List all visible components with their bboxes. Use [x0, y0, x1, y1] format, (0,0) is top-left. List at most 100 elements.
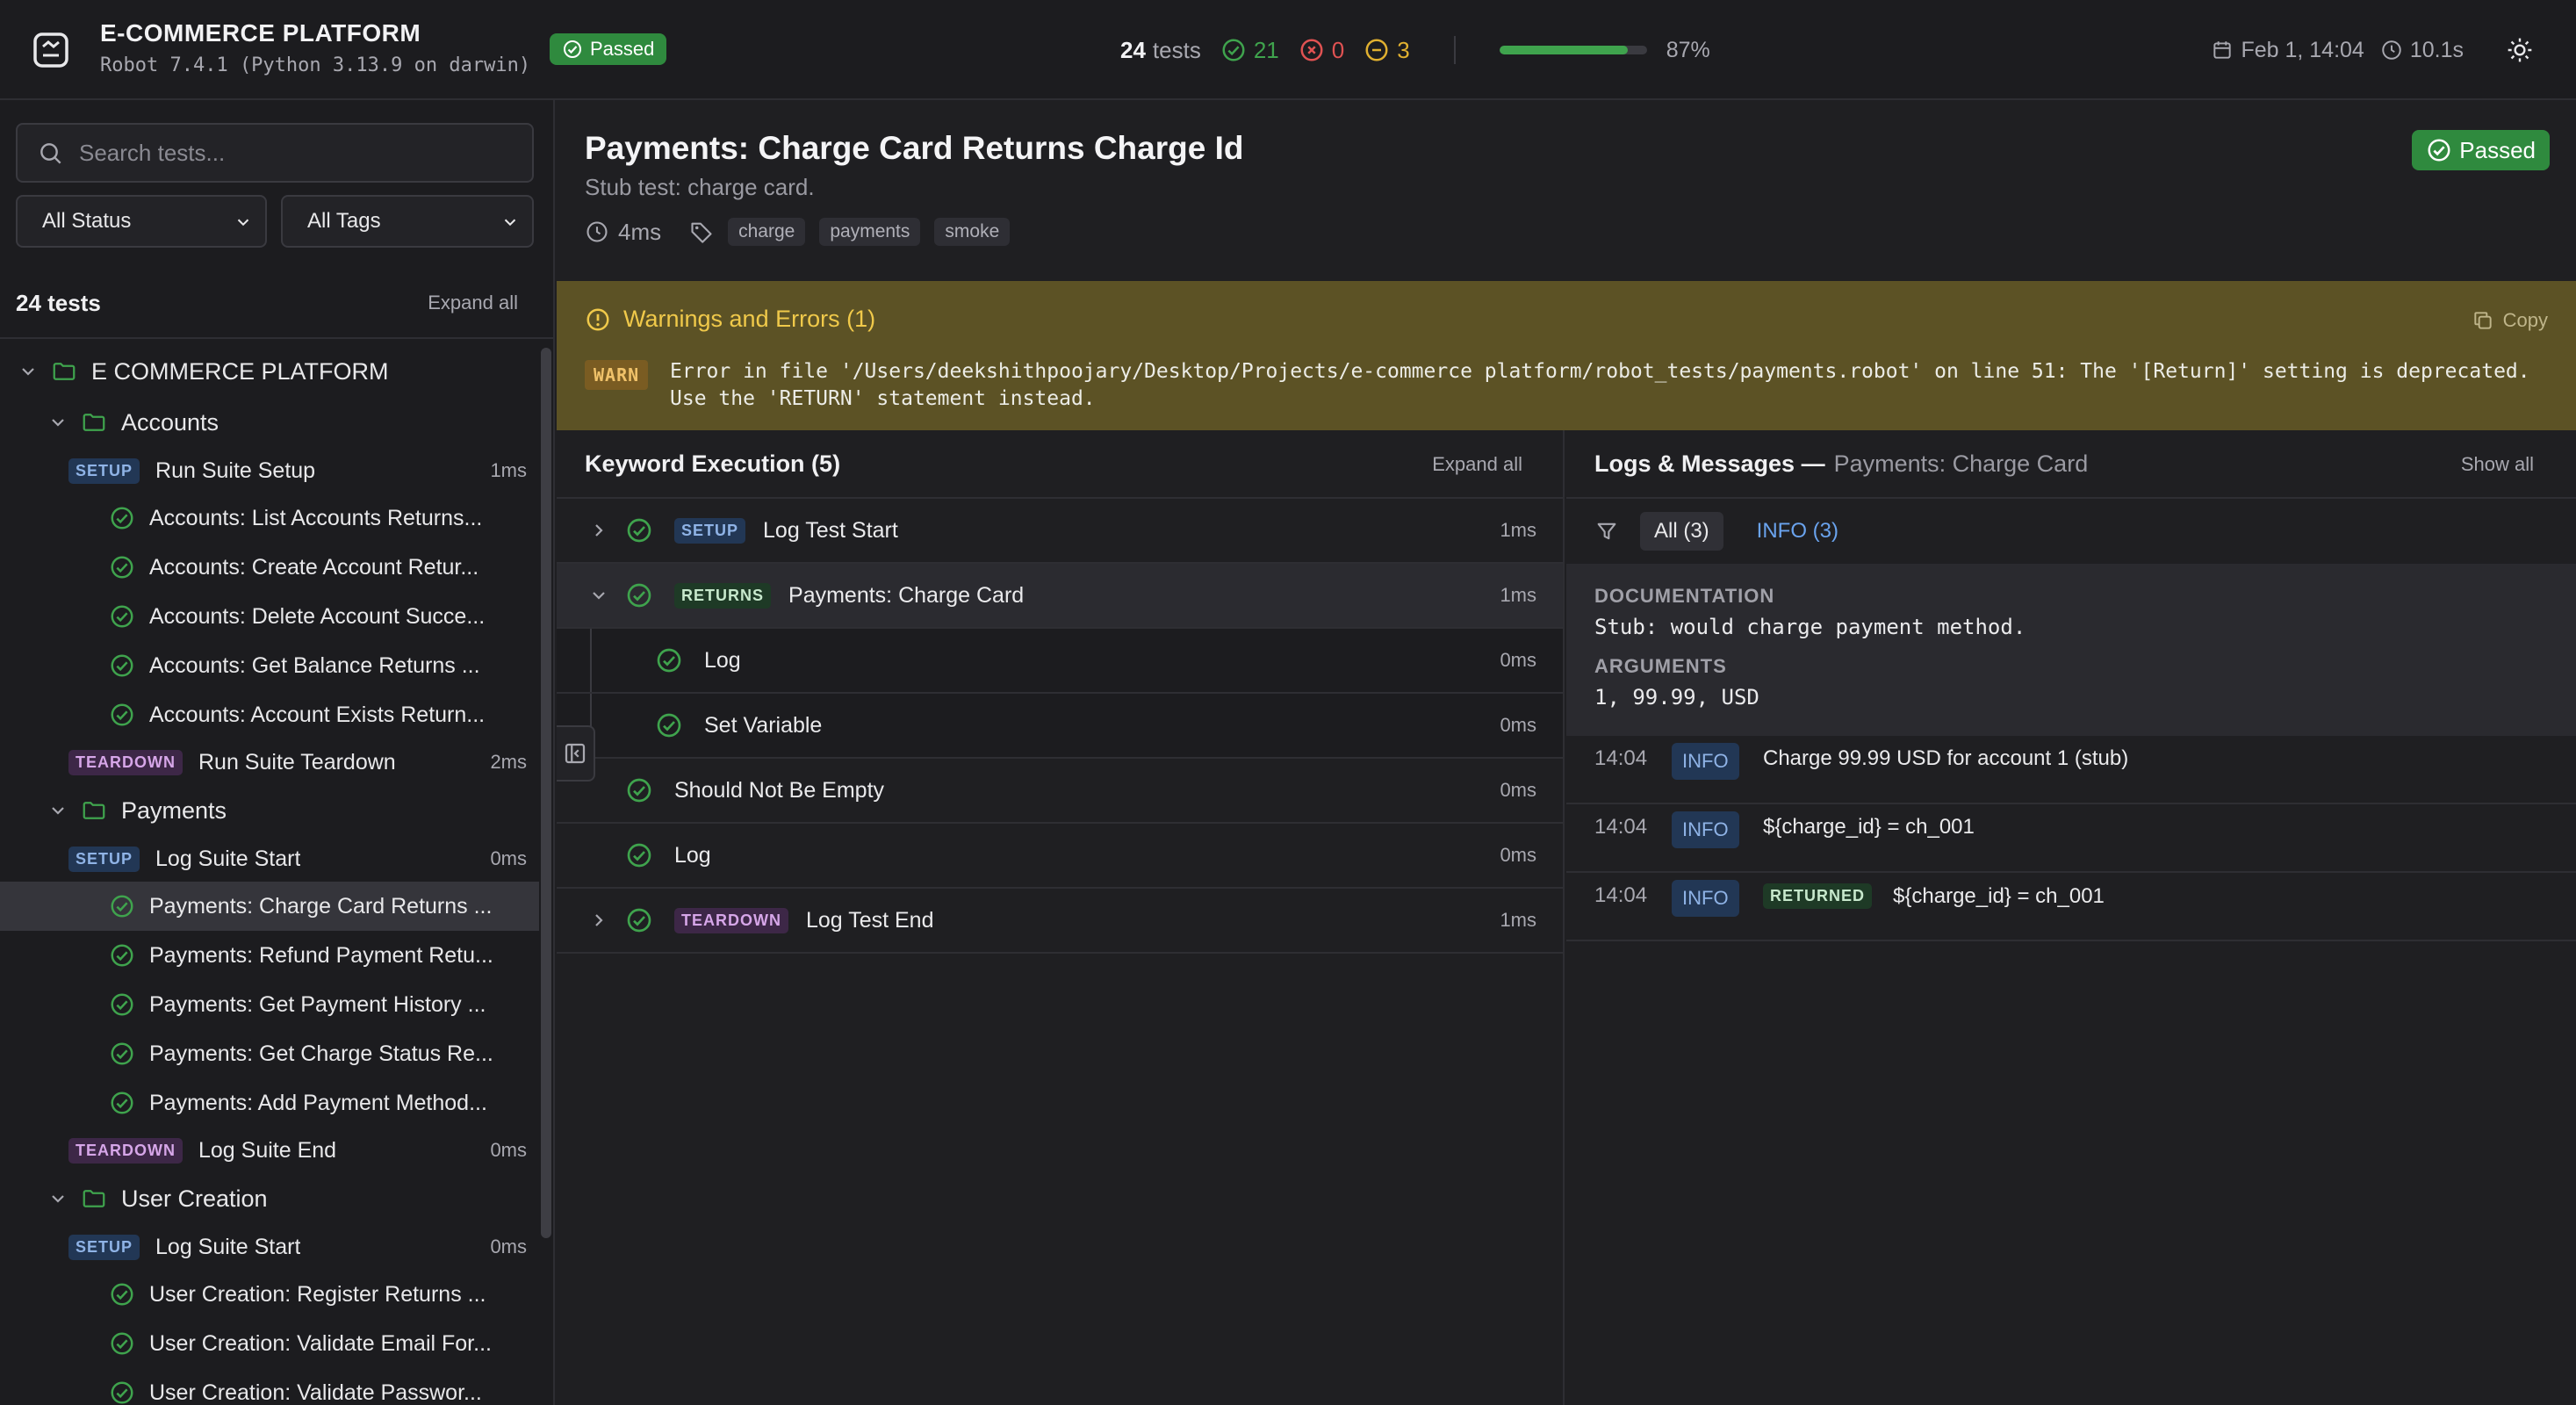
keyword-row[interactable]: Log 0ms — [557, 822, 1563, 887]
test-tree: E COMMERCE PLATFORM Accounts SETUP Run Suit… — [0, 339, 539, 1405]
failed-count[interactable]: 0 — [1299, 37, 1344, 64]
tree-test-row[interactable]: Accounts: Account Exists Return... — [0, 690, 539, 739]
divider — [1453, 36, 1456, 64]
keyword-row[interactable]: Should Not Be Empty 0ms — [557, 757, 1563, 822]
returns-badge: RETURNS — [674, 582, 772, 609]
tag-chip[interactable]: payments — [819, 218, 921, 246]
tree-suite-row[interactable]: E COMMERCE PLATFORM — [0, 346, 539, 397]
check-circle-icon — [625, 841, 653, 869]
tag-chip[interactable]: smoke — [934, 218, 1011, 246]
tree-test-row[interactable]: User Creation: Validate Passwor... — [0, 1368, 539, 1405]
total-tests[interactable]: 24 tests — [1120, 37, 1201, 64]
tree-test-row[interactable]: Payments: Get Payment History ... — [0, 980, 539, 1029]
tree-test-row[interactable]: Payments: Add Payment Method... — [0, 1078, 539, 1128]
calendar-icon — [2211, 39, 2234, 61]
tree-teardown-row[interactable]: TEARDOWN Run Suite Teardown 2ms — [0, 739, 539, 785]
chevron-right-icon[interactable] — [588, 910, 609, 931]
run-info: Feb 1, 14:04 10.1s — [2211, 33, 2534, 67]
app-title: E-COMMERCE PLATFORM — [100, 19, 421, 47]
warn-level-badge: WARN — [585, 360, 649, 390]
check-circle-icon — [655, 646, 683, 674]
test-name: Payments: Charge Card Returns ... — [149, 893, 493, 919]
run-duration: 10.1s — [2380, 38, 2464, 63]
chevron-down-icon[interactable] — [18, 361, 39, 382]
status-filter-select[interactable]: All Status — [16, 195, 267, 248]
collapse-sidebar-button[interactable] — [557, 725, 595, 782]
tree-suite-row[interactable]: User Creation — [0, 1173, 539, 1224]
suite-name: Payments — [121, 796, 227, 824]
top-header: E-COMMERCE PLATFORM Robot 7.4.1 (Python … — [0, 0, 2576, 100]
chevron-right-icon[interactable] — [588, 520, 609, 541]
keyword-name: Log Suite End — [198, 1137, 337, 1163]
tree-test-row[interactable]: Accounts: List Accounts Returns... — [0, 494, 539, 543]
search-box[interactable] — [16, 123, 534, 183]
check-circle-icon — [109, 1090, 135, 1116]
tree-setup-row[interactable]: SETUP Run Suite Setup 1ms — [0, 448, 539, 494]
test-status-label: Passed — [2459, 136, 2536, 163]
tree-test-row[interactable]: User Creation: Register Returns ... — [0, 1270, 539, 1319]
chevron-down-icon[interactable] — [47, 800, 68, 821]
duration: 0ms — [1500, 844, 1536, 866]
check-circle-icon — [109, 603, 135, 630]
duration: 1ms — [1500, 519, 1536, 541]
keyword-row[interactable]: RETURNS Payments: Charge Card 1ms — [557, 562, 1563, 627]
copy-button[interactable]: Copy — [2472, 309, 2548, 332]
test-name: Payments: Get Charge Status Re... — [149, 1041, 493, 1066]
tree-setup-row[interactable]: SETUP Log Suite Start 0ms — [0, 1224, 539, 1270]
passed-count[interactable]: 21 — [1220, 37, 1279, 64]
tag-chip[interactable]: charge — [728, 218, 806, 246]
show-all-button[interactable]: Show all — [2461, 453, 2534, 476]
warnings-panel: Warnings and Errors (1) Copy WARN Error … — [557, 281, 2576, 430]
chevron-down-icon[interactable] — [47, 1188, 68, 1209]
test-name: Payments: Add Payment Method... — [149, 1090, 487, 1115]
keyword-row[interactable]: Log 0ms — [557, 627, 1563, 692]
documentation-heading: DOCUMENTATION — [1594, 585, 1775, 607]
chevron-down-icon[interactable] — [588, 585, 609, 606]
chevron-down-icon[interactable] — [47, 412, 68, 433]
log-level-badge: INFO — [1672, 811, 1739, 848]
tree-test-row[interactable]: Payments: Get Charge Status Re... — [0, 1029, 539, 1078]
search-input[interactable] — [79, 137, 518, 169]
filter-tab-all[interactable]: All (3) — [1640, 512, 1723, 551]
warning-message: Error in file '/Users/deekshithpoojary/D… — [670, 360, 2530, 410]
check-circle-icon — [109, 505, 135, 531]
tree-test-row[interactable]: User Creation: Validate Email For... — [0, 1319, 539, 1368]
pass-progress-bar — [1499, 46, 1647, 54]
dashboard-logo-icon — [30, 29, 72, 71]
keyword-row[interactable]: Set Variable 0ms — [557, 692, 1563, 757]
keyword-expand-all-button[interactable]: Expand all — [1432, 453, 1522, 476]
test-name: Accounts: Create Account Retur... — [149, 554, 479, 580]
filter-tab-info[interactable]: INFO (3) — [1743, 512, 1853, 551]
scrollbar-thumb[interactable] — [541, 348, 551, 1238]
tree-test-row[interactable]: Payments: Charge Card Returns ... — [0, 882, 539, 931]
expand-all-button[interactable]: Expand all — [428, 292, 518, 314]
tree-setup-row[interactable]: SETUP Log Suite Start 0ms — [0, 836, 539, 882]
tree-teardown-row[interactable]: TEARDOWN Log Suite End 0ms — [0, 1128, 539, 1173]
total-count: 24 — [1120, 36, 1146, 63]
duration: 1ms — [490, 459, 527, 481]
test-sidebar: All Status All Tags 24 tests Expand all … — [0, 100, 555, 1405]
sidebar-scrollbar[interactable] — [539, 339, 553, 1405]
teardown-badge: TEARDOWN — [68, 1137, 183, 1164]
tags-filter-value: All Tags — [307, 209, 381, 233]
tree-suite-row[interactable]: Accounts — [0, 397, 539, 448]
tree-test-row[interactable]: Accounts: Get Balance Returns ... — [0, 641, 539, 690]
tree-suite-row[interactable]: Payments — [0, 785, 539, 836]
logs-title-label: Logs & Messages — — [1594, 450, 1825, 477]
tree-test-row[interactable]: Accounts: Create Account Retur... — [0, 543, 539, 592]
tree-test-row[interactable]: Payments: Refund Payment Retu... — [0, 931, 539, 980]
keyword-row[interactable]: TEARDOWN Log Test End 1ms — [557, 887, 1563, 952]
test-name: Accounts: Account Exists Return... — [149, 702, 486, 727]
warnings-title[interactable]: Warnings and Errors (1) — [585, 306, 875, 333]
filter-icon[interactable] — [1594, 519, 1619, 544]
duration: 0ms — [490, 1236, 527, 1257]
skipped-count[interactable]: 3 — [1364, 37, 1410, 64]
keyword-row[interactable]: SETUP Log Test Start 1ms — [557, 497, 1563, 562]
arguments-text: 1, 99.99, USD — [1594, 685, 1759, 710]
check-circle-icon — [109, 702, 135, 728]
tree-test-row[interactable]: Accounts: Delete Account Succe... — [0, 592, 539, 641]
log-message: ${charge_id} = ch_001 — [1893, 883, 2105, 908]
logs-context-label: Payments: Charge Card — [1833, 450, 2089, 477]
sun-icon[interactable] — [2506, 36, 2534, 64]
tags-filter-select[interactable]: All Tags — [281, 195, 534, 248]
